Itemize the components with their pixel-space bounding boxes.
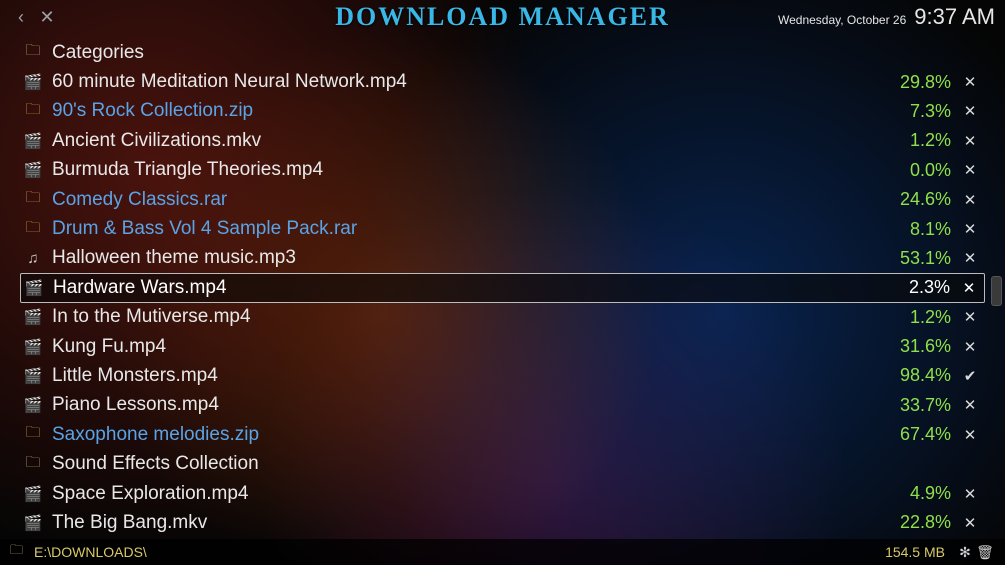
video-icon: 🎬 <box>22 132 44 150</box>
categories-row[interactable]: 🗀 Categories <box>20 38 985 67</box>
download-percent: 22.8% <box>889 512 951 533</box>
download-name: Comedy Classics.rar <box>44 189 889 211</box>
download-name: Kung Fu.mp4 <box>44 336 889 358</box>
download-name: Ancient Civilizations.mkv <box>44 130 889 152</box>
footer-bar: 🗀 E:\DOWNLOADS\ 154.5 MB ✻ 🗑 <box>0 539 1005 565</box>
download-percent: 1.2% <box>889 130 951 151</box>
download-row[interactable]: 🎬Ancient Civilizations.mkv1.2% ✕ <box>20 126 985 155</box>
download-row[interactable]: 🎬Hardware Wars.mp42.3% ✕ <box>20 273 985 302</box>
video-icon: 🎬 <box>22 485 44 503</box>
download-row[interactable]: 🗀Sound Effects Collection <box>20 449 985 478</box>
video-icon: 🎬 <box>22 396 44 414</box>
download-name: Piano Lessons.mp4 <box>44 394 889 416</box>
done-indicator[interactable]: ✔ <box>961 367 979 385</box>
header-bar: ‹ ✕ DOWNLOAD MANAGER Wednesday, October … <box>0 0 1005 34</box>
cancel-button[interactable]: ✕ <box>960 279 978 297</box>
archive-icon: 🗀 <box>22 217 44 242</box>
time-label: 9:37 AM <box>914 4 995 30</box>
download-percent: 33.7% <box>889 395 951 416</box>
download-percent: 29.8% <box>889 72 951 93</box>
download-row[interactable]: 🗀90's Rock Collection.zip7.3% ✕ <box>20 97 985 126</box>
gear-icon: ✻ <box>959 544 971 560</box>
cancel-button[interactable]: ✕ <box>961 73 979 91</box>
download-percent: 24.6% <box>889 189 951 210</box>
cancel-button[interactable]: ✕ <box>961 338 979 356</box>
delete-button[interactable]: 🗑 <box>975 544 995 561</box>
cancel-button[interactable]: ✕ <box>961 132 979 150</box>
folder-icon: 🗀 <box>10 541 30 563</box>
download-percent: 2.3% <box>888 277 950 298</box>
download-name: Little Monsters.mp4 <box>44 365 889 387</box>
download-row[interactable]: 🎬The Big Bang.mkv22.8% ✕ <box>20 508 985 537</box>
date-label: Wednesday, October 26 <box>778 13 906 27</box>
download-name: 90's Rock Collection.zip <box>44 100 889 122</box>
download-percent: 0.0% <box>889 160 951 181</box>
download-row[interactable]: 🎬60 minute Meditation Neural Network.mp4… <box>20 67 985 96</box>
close-button[interactable]: ✕ <box>36 6 58 28</box>
footer-size: 154.5 MB <box>885 544 945 560</box>
download-name: Burmuda Triangle Theories.mp4 <box>44 159 889 181</box>
cancel-button[interactable]: ✕ <box>961 102 979 120</box>
cancel-button[interactable]: ✕ <box>961 485 979 503</box>
trash-icon: 🗑 <box>976 544 994 560</box>
download-name: Saxophone melodies.zip <box>44 424 889 446</box>
cancel-button[interactable]: ✕ <box>961 308 979 326</box>
audio-icon: ♫ <box>22 250 44 267</box>
video-icon: 🎬 <box>22 73 44 91</box>
download-percent: 67.4% <box>889 424 951 445</box>
download-row[interactable]: 🎬Space Exploration.mp44.9% ✕ <box>20 479 985 508</box>
download-name: Space Exploration.mp4 <box>44 483 889 505</box>
download-percent: 31.6% <box>889 336 951 357</box>
cancel-button[interactable]: ✕ <box>961 161 979 179</box>
download-name: Halloween theme music.mp3 <box>44 247 889 269</box>
video-icon: 🎬 <box>22 338 44 356</box>
back-button[interactable]: ‹ <box>10 6 32 28</box>
download-name: Sound Effects Collection <box>44 453 889 475</box>
download-list: 🗀 Categories 🎬60 minute Meditation Neura… <box>0 34 1005 539</box>
video-icon: 🎬 <box>22 161 44 179</box>
download-row[interactable]: 🎬Little Monsters.mp498.4% ✔ <box>20 361 985 390</box>
download-percent: 8.1% <box>889 219 951 240</box>
settings-button[interactable]: ✻ <box>955 544 975 561</box>
video-icon: 🎬 <box>22 367 44 385</box>
download-percent: 7.3% <box>889 101 951 122</box>
download-row[interactable]: ♫Halloween theme music.mp353.1% ✕ <box>20 244 985 273</box>
archive-icon: 🗀 <box>22 187 44 212</box>
cancel-button[interactable]: ✕ <box>961 220 979 238</box>
download-name: Drum & Bass Vol 4 Sample Pack.rar <box>44 218 889 240</box>
folder-icon: 🗀 <box>22 40 44 65</box>
download-percent: 98.4% <box>889 365 951 386</box>
download-name: Hardware Wars.mp4 <box>45 277 888 299</box>
cancel-button[interactable]: ✕ <box>961 396 979 414</box>
cancel-button[interactable]: ✕ <box>961 514 979 532</box>
categories-label: Categories <box>44 42 889 64</box>
cancel-button[interactable]: ✕ <box>961 249 979 267</box>
archive-icon: 🗀 <box>22 422 44 447</box>
archive-icon: 🗀 <box>22 99 44 124</box>
scrollbar-thumb[interactable] <box>991 276 1002 306</box>
download-name: In to the Mutiverse.mp4 <box>44 306 889 328</box>
download-name: 60 minute Meditation Neural Network.mp4 <box>44 71 889 93</box>
download-percent: 53.1% <box>889 248 951 269</box>
download-row[interactable]: 🗀Drum & Bass Vol 4 Sample Pack.rar8.1% ✕ <box>20 214 985 243</box>
video-icon: 🎬 <box>22 308 44 326</box>
download-percent: 4.9% <box>889 483 951 504</box>
download-row[interactable]: 🎬Piano Lessons.mp433.7% ✕ <box>20 391 985 420</box>
video-icon: 🎬 <box>23 279 45 297</box>
video-icon: 🎬 <box>22 514 44 532</box>
download-row[interactable]: 🎬Burmuda Triangle Theories.mp40.0% ✕ <box>20 156 985 185</box>
clock: Wednesday, October 26 9:37 AM <box>778 4 995 30</box>
folder-icon: 🗀 <box>22 452 44 477</box>
download-row[interactable]: 🎬Kung Fu.mp431.6% ✕ <box>20 332 985 361</box>
download-percent: 1.2% <box>889 307 951 328</box>
download-row[interactable]: 🗀Saxophone melodies.zip67.4% ✕ <box>20 420 985 449</box>
download-row[interactable]: 🗀Comedy Classics.rar24.6% ✕ <box>20 185 985 214</box>
footer-path: E:\DOWNLOADS\ <box>30 544 885 560</box>
download-name: The Big Bang.mkv <box>44 512 889 534</box>
download-row[interactable]: 🎬In to the Mutiverse.mp41.2% ✕ <box>20 303 985 332</box>
cancel-button[interactable]: ✕ <box>961 426 979 444</box>
cancel-button[interactable]: ✕ <box>961 191 979 209</box>
